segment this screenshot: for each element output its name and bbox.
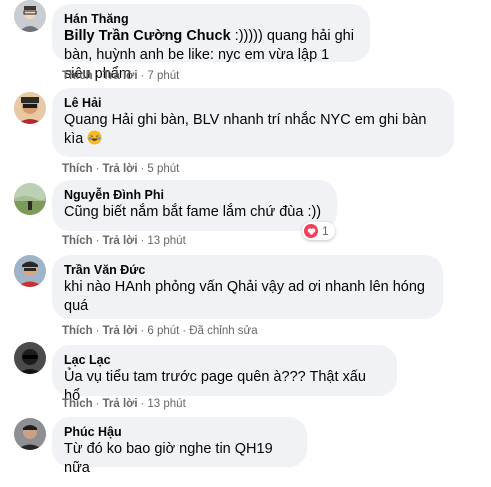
- separator: ·: [95, 398, 100, 410]
- reply-button[interactable]: Trả lời: [103, 398, 138, 410]
- separator: ·: [140, 325, 145, 337]
- comment-actions: Thích · Trả lời · 13 phút: [62, 397, 186, 411]
- separator: ·: [140, 70, 145, 82]
- like-button[interactable]: Thích: [62, 325, 93, 337]
- comment-bubble: Nguyễn Đình Phi Cũng biết nắm bắt fame l…: [52, 180, 337, 231]
- reply-button[interactable]: Trả lời: [103, 235, 138, 247]
- laughing-emoji-icon: [87, 130, 102, 145]
- avatar[interactable]: [14, 255, 46, 287]
- mention-tag[interactable]: Billy Trần Cường Chuck: [64, 28, 231, 44]
- like-button[interactable]: Thích: [62, 235, 93, 247]
- author-name[interactable]: Hán Thăng: [64, 11, 358, 27]
- comment-body: Quang Hải ghi bàn, BLV nhanh trí nhắc NY…: [64, 112, 427, 147]
- separator: ·: [140, 398, 145, 410]
- separator: ·: [95, 70, 100, 82]
- separator: ·: [95, 325, 100, 337]
- heart-icon: [304, 224, 318, 238]
- avatar[interactable]: [14, 342, 46, 374]
- author-name[interactable]: Lê Hải: [64, 95, 442, 111]
- timestamp[interactable]: 6 phút: [147, 325, 179, 337]
- comment-actions: Thích · Trả lời · 6 phút · Đã chỉnh sửa: [62, 324, 258, 338]
- comment-bubble: Hán Thăng Billy Trần Cường Chuck :))))) …: [52, 4, 370, 82]
- like-button[interactable]: Thích: [62, 163, 93, 175]
- author-name[interactable]: Lạc Lạc: [64, 352, 385, 368]
- comment-bubble: Lạc Lạc Ủa vụ tiểu tam trước page quên à…: [52, 345, 397, 404]
- reaction-count: 1: [322, 224, 329, 238]
- reply-button[interactable]: Trả lời: [103, 70, 138, 82]
- avatar[interactable]: [14, 92, 46, 124]
- timestamp[interactable]: 13 phút: [147, 235, 185, 247]
- reaction-badge[interactable]: 1: [302, 222, 335, 240]
- author-name[interactable]: Phúc Hậu: [64, 424, 295, 440]
- comment-body: khi nào HAnh phỏng vấn Qhải vậy ad ơi nh…: [64, 279, 425, 314]
- author-name[interactable]: Nguyễn Đình Phi: [64, 187, 325, 203]
- avatar[interactable]: [14, 418, 46, 450]
- timestamp[interactable]: 5 phút: [147, 163, 179, 175]
- comment-text: Quang Hải ghi bàn, BLV nhanh trí nhắc NY…: [64, 111, 442, 149]
- like-button[interactable]: Thích: [62, 398, 93, 410]
- reply-button[interactable]: Trả lời: [103, 325, 138, 337]
- edited-label: Đã chỉnh sửa: [189, 325, 258, 337]
- comment-actions: Thích · Trả lời · 5 phút: [62, 162, 179, 176]
- separator: ·: [140, 163, 145, 175]
- comment-bubble: Lê Hải Quang Hải ghi bàn, BLV nhanh trí …: [52, 88, 454, 157]
- comment-body: Từ đó ko bao giờ nghe tin QH19 nữa: [64, 441, 273, 476]
- comment-actions: Thích · Trả lời · 13 phút: [62, 234, 186, 248]
- separator: ·: [140, 235, 145, 247]
- separator: ·: [95, 235, 100, 247]
- like-button[interactable]: Thích: [62, 70, 93, 82]
- comment-bubble: Trần Văn Đức khi nào HAnh phỏng vấn Qhải…: [52, 255, 443, 319]
- separator: ·: [182, 325, 187, 337]
- timestamp[interactable]: 13 phút: [147, 398, 185, 410]
- reply-button[interactable]: Trả lời: [103, 163, 138, 175]
- comment-actions: Thích · Trả lời · 7 phút: [62, 69, 179, 83]
- avatar[interactable]: [14, 183, 46, 215]
- author-name[interactable]: Trần Văn Đức: [64, 262, 431, 278]
- separator: ·: [95, 163, 100, 175]
- comment-body: Cũng biết nắm bắt fame lắm chứ đùa :)): [64, 204, 322, 220]
- timestamp[interactable]: 7 phút: [147, 70, 179, 82]
- comment-bubble: Phúc Hậu Từ đó ko bao giờ nghe tin QH19 …: [52, 417, 307, 476]
- avatar[interactable]: [14, 0, 46, 32]
